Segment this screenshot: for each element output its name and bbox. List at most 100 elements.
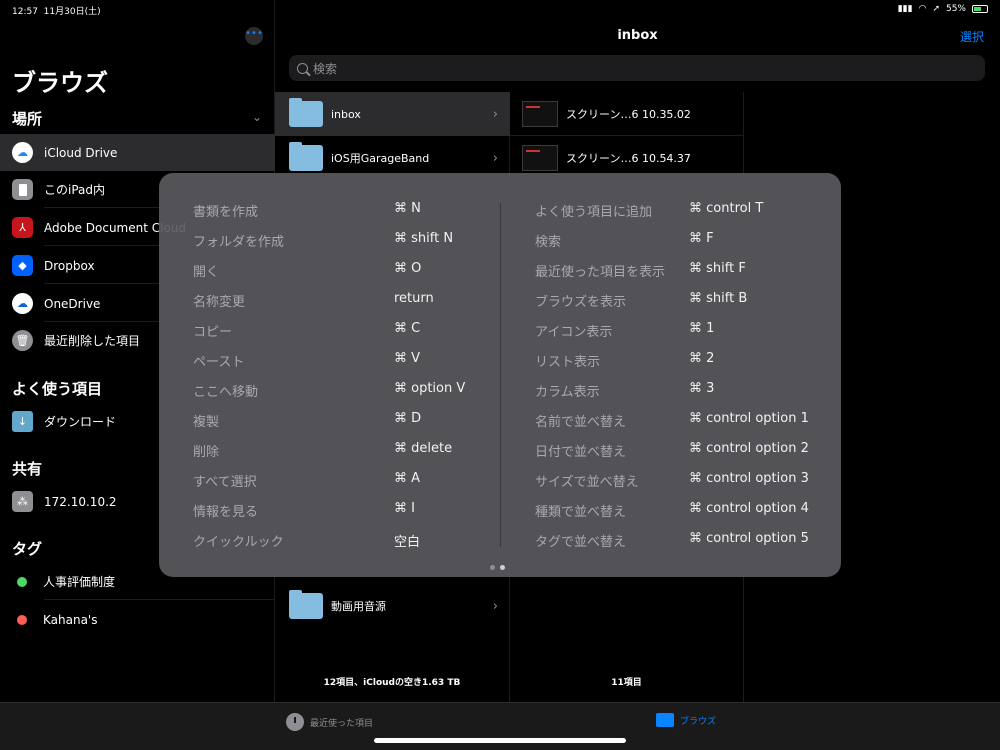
shortcut-label: タグで並べ替え <box>535 535 627 550</box>
shortcut-label: 検索 <box>535 235 562 250</box>
shortcut-key: ⌘ A <box>394 471 421 486</box>
shortcut-label: すべて選択 <box>193 475 257 490</box>
shortcut-key: ⌘ control option 2 <box>689 441 809 456</box>
shortcut-label: 最近使った項目を表示 <box>535 265 666 280</box>
screenshot-thumbnail <box>522 144 558 171</box>
sidebar-title: ブラウズ <box>12 69 108 97</box>
shortcut-key: ⌘ shift N <box>394 231 454 246</box>
shortcut-label: コピー <box>193 325 233 340</box>
keyboard-shortcuts-overlay: 書類を作成 ⌘ N フォルダを作成 ⌘ shift N 開く ⌘ O 名称変更 retu… <box>159 173 841 577</box>
shortcut-label: 複製 <box>193 415 220 430</box>
home-indicator[interactable] <box>374 738 626 743</box>
shortcut-key: ⌘ control T <box>689 201 764 216</box>
folder-row-video-audio[interactable]: 動画用音源 › <box>275 584 510 628</box>
shortcut-key: 空白 <box>394 535 421 550</box>
tab-label: ブラウズ <box>680 716 717 727</box>
page-title: inbox <box>617 28 658 43</box>
shortcut-key: ⌘ 3 <box>689 381 715 396</box>
tab-recents[interactable]: 最近使った項目 <box>286 713 373 731</box>
folder-label: inbox <box>331 107 361 121</box>
shortcut-key: ⌘ delete <box>394 441 453 456</box>
shared-header[interactable]: 共有 <box>12 458 42 479</box>
file-label: スクリーン…6 10.35.02 <box>566 107 691 121</box>
shortcut-key: ⌘ 2 <box>689 351 715 366</box>
shortcut-label: 削除 <box>193 445 220 460</box>
shortcut-label: 日付で並べ替え <box>535 445 627 460</box>
sidebar-item-label: OneDrive <box>44 296 101 311</box>
shortcut-label: アイコン表示 <box>535 325 613 340</box>
shortcut-label: カラム表示 <box>535 385 600 400</box>
status-time: 12:57 11月30日(土) <box>12 7 101 17</box>
dropbox-icon: ◆ <box>12 255 33 276</box>
file-row[interactable]: スクリーン…6 10.35.02 <box>510 92 744 136</box>
status-right: ▮▮▮ ◠ ➚ 55% <box>898 4 988 14</box>
shortcut-key: ⌘ control option 3 <box>689 471 809 486</box>
shortcut-label: 開く <box>193 265 220 280</box>
sidebar-item-label: Dropbox <box>44 258 95 273</box>
locations-header[interactable]: 場所 <box>12 108 42 129</box>
sidebar-item-label: ダウンロード <box>44 415 117 429</box>
shortcut-label: ペースト <box>193 355 245 370</box>
shortcut-label: リスト表示 <box>535 355 601 370</box>
page-indicator[interactable] <box>490 565 505 570</box>
shortcut-label: 情報を見る <box>193 505 259 520</box>
page-dot[interactable] <box>490 565 495 570</box>
favorites-header[interactable]: よく使う項目 <box>12 378 102 399</box>
shortcut-key: ⌘ D <box>394 411 422 426</box>
sidebar-item-label: Kahana's <box>43 612 98 627</box>
shortcut-key: ⌘ control option 5 <box>689 531 809 546</box>
chevron-right-icon: › <box>492 150 498 166</box>
icloud-icon: ☁ <box>12 142 33 163</box>
folder-icon <box>289 98 323 127</box>
chevron-right-icon: › <box>492 598 498 614</box>
folder-label: 動画用音源 <box>331 600 386 613</box>
shortcut-key: ⌘ 1 <box>689 321 715 336</box>
shortcut-key: ⌘ control option 4 <box>689 501 809 516</box>
red-tag-icon <box>17 614 27 625</box>
wifi-icon: ◠ <box>918 4 927 14</box>
shortcut-label: ブラウズを表示 <box>535 295 627 310</box>
clock-icon <box>286 713 304 731</box>
folder-row-inbox[interactable]: inbox › <box>275 92 510 136</box>
file-label: スクリーン…6 10.54.37 <box>566 151 691 165</box>
server-icon: ⁂ <box>12 491 33 512</box>
shortcut-key: ⌘ C <box>394 321 421 336</box>
search-placeholder: 検索 <box>313 61 338 76</box>
status-bar: 12:57 11月30日(土) ▮▮▮ ◠ ➚ 55% <box>0 0 1000 18</box>
shortcut-label: 書類を作成 <box>193 205 259 220</box>
green-tag-icon <box>17 576 27 587</box>
signal-icon: ▮▮▮ <box>897 4 913 14</box>
shortcut-label: 名前で並べ替え <box>535 415 627 430</box>
tab-browse[interactable]: ブラウズ <box>656 713 716 727</box>
chevron-down-icon[interactable]: ⌄ <box>252 110 262 124</box>
shortcut-key: ⌘ shift B <box>689 291 748 306</box>
trash-icon: 🗑 <box>12 330 33 351</box>
sidebar-item-label: このiPad内 <box>44 183 106 197</box>
tags-header[interactable]: タグ <box>12 538 42 559</box>
onedrive-icon: ☁ <box>12 293 33 314</box>
folder-icon <box>289 590 323 619</box>
shortcut-key: ⌘ V <box>394 351 421 366</box>
column-divider <box>500 203 501 547</box>
shortcut-label: 種類で並べ替え <box>535 505 627 520</box>
garageband-folder-icon <box>289 142 323 171</box>
more-icon[interactable]: ••• <box>245 27 263 45</box>
shortcut-key: ⌘ control option 1 <box>689 411 809 426</box>
ipad-icon <box>12 179 33 200</box>
shortcut-label: ここへ移動 <box>193 385 259 400</box>
shortcut-label: クイックルック <box>193 535 284 550</box>
shortcut-key: ⌘ shift F <box>689 261 746 276</box>
sidebar-item-label: 172.10.10.2 <box>44 494 117 509</box>
page-dot-active[interactable] <box>500 565 505 570</box>
sidebar-item-tag[interactable]: Kahana's <box>0 601 275 638</box>
sidebar-item-icloud-drive[interactable]: ☁ iCloud Drive <box>0 134 275 171</box>
search-input[interactable]: 検索 <box>289 55 985 81</box>
select-button[interactable]: 選択 <box>960 28 984 45</box>
folder-label: iOS用GarageBand <box>331 152 430 165</box>
shortcut-key: ⌘ N <box>394 201 421 216</box>
adobe-icon: ⅄ <box>12 217 33 238</box>
shortcut-label: よく使う項目に追加 <box>535 205 653 220</box>
col1-footer: 12項目、iCloudの空き1.63 TB <box>323 678 461 688</box>
shortcut-key: ⌘ O <box>394 261 422 276</box>
sidebar-item-label: 人事評価制度 <box>43 575 116 589</box>
